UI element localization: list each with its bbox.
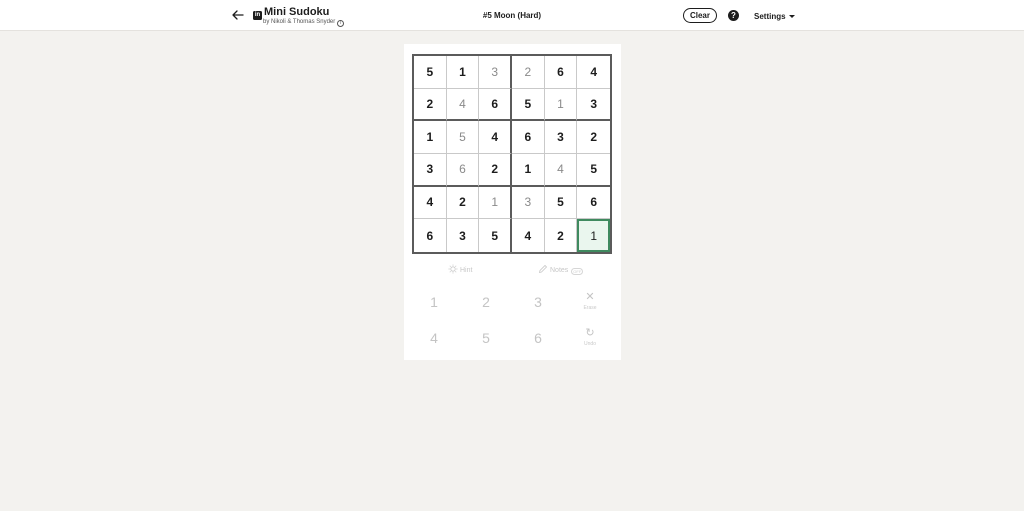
settings-label: Settings: [754, 12, 786, 21]
erase-label: Erase: [583, 305, 597, 311]
notes-label: Notes: [550, 267, 569, 274]
pencil-icon: [538, 264, 548, 274]
sudoku-cell[interactable]: 2: [577, 121, 610, 154]
sudoku-cell[interactable]: 6: [512, 121, 545, 154]
number-pad: 1 2 3 ✕ Erase 4 5 6 ↻ Undo: [404, 288, 621, 360]
sudoku-cell[interactable]: 2: [446, 186, 480, 220]
key-2[interactable]: 2: [466, 288, 506, 316]
sudoku-cell[interactable]: 3: [512, 186, 545, 220]
sudoku-cell[interactable]: 6: [414, 219, 447, 252]
sudoku-cell[interactable]: 6: [446, 154, 480, 187]
settings-menu-button[interactable]: Settings: [754, 12, 795, 21]
sudoku-cell[interactable]: 1: [512, 154, 545, 187]
lightbulb-icon: [448, 264, 458, 274]
hint-button[interactable]: Hint: [448, 264, 472, 274]
key-3[interactable]: 3: [518, 288, 558, 316]
sudoku-cell[interactable]: 1: [479, 186, 512, 220]
undo-label: Undo: [584, 341, 596, 347]
sudoku-cell[interactable]: 4: [414, 186, 447, 220]
sudoku-cell[interactable]: 3: [544, 121, 578, 154]
hint-label: Hint: [460, 267, 473, 274]
chevron-down-icon: [788, 15, 795, 18]
undo-icon: ↻: [585, 327, 595, 339]
sudoku-cell[interactable]: 3: [414, 154, 447, 187]
sudoku-board: 513264246513154632362145421356635421: [412, 54, 612, 254]
sudoku-cell[interactable]: 4: [544, 154, 578, 187]
key-1[interactable]: 1: [414, 288, 454, 316]
sudoku-cell[interactable]: 3: [479, 56, 512, 89]
sudoku-cell[interactable]: 4: [479, 121, 512, 154]
sudoku-cell[interactable]: 5: [544, 186, 578, 220]
close-icon: ✕: [585, 291, 595, 303]
sudoku-cell[interactable]: 4: [446, 88, 480, 122]
sudoku-cell[interactable]: 2: [545, 219, 578, 252]
sudoku-cell[interactable]: 4: [512, 219, 545, 252]
erase-button[interactable]: ✕ Erase: [570, 290, 610, 318]
notes-button[interactable]: Notes OFF: [538, 264, 584, 275]
sudoku-cell[interactable]: 1: [544, 88, 578, 122]
sudoku-cell[interactable]: 5: [512, 88, 545, 122]
info-icon[interactable]: i: [337, 20, 345, 27]
puzzle-name: #5 Moon (Hard): [482, 11, 542, 20]
sudoku-cell[interactable]: 5: [414, 56, 447, 89]
sudoku-cell[interactable]: 3: [577, 89, 610, 122]
byline: by Nikoli & Thomas Snyder i: [263, 19, 345, 27]
help-icon[interactable]: ?: [728, 10, 739, 21]
sudoku-cell[interactable]: 4: [577, 56, 610, 89]
key-4[interactable]: 4: [414, 324, 454, 352]
sudoku-cell[interactable]: 5: [479, 219, 512, 252]
sudoku-cell[interactable]: 1: [446, 56, 480, 89]
game-panel: 513264246513154632362145421356635421 Hin…: [404, 44, 621, 360]
notes-toggle[interactable]: OFF: [571, 268, 584, 275]
clear-button[interactable]: Clear: [683, 8, 717, 23]
key-5[interactable]: 5: [466, 324, 506, 352]
sudoku-cell[interactable]: 6: [479, 88, 512, 122]
key-6[interactable]: 6: [518, 324, 558, 352]
sudoku-cell[interactable]: 1: [414, 121, 447, 154]
undo-button[interactable]: ↻ Undo: [570, 326, 610, 354]
sudoku-cell[interactable]: 5: [446, 121, 480, 154]
sudoku-cell[interactable]: 2: [414, 88, 447, 122]
sudoku-cell[interactable]: 2: [512, 56, 545, 89]
sudoku-cell[interactable]: 5: [577, 154, 610, 187]
tool-bar: Hint Notes OFF: [404, 262, 621, 278]
sudoku-cell[interactable]: 3: [447, 219, 480, 252]
sudoku-cell[interactable]: 6: [577, 187, 610, 220]
sudoku-cell[interactable]: 6: [544, 56, 578, 89]
top-bar: in Mini Sudoku by Nikoli & Thomas Snyder…: [0, 0, 1024, 31]
sudoku-cell[interactable]: 2: [479, 154, 512, 187]
selected-cell[interactable]: 1: [577, 219, 610, 252]
